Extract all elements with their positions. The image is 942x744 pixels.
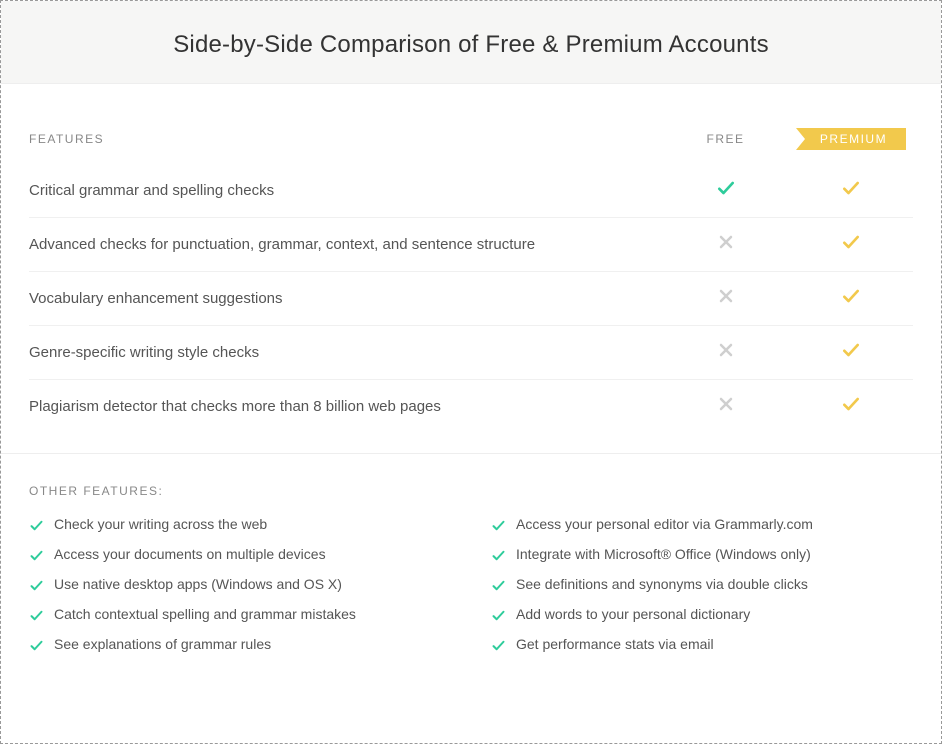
table-row: Vocabulary enhancement suggestions	[29, 272, 913, 326]
list-item: Add words to your personal dictionary	[491, 606, 913, 626]
list-item-label: See definitions and synonyms via double …	[516, 576, 808, 592]
premium-cell	[788, 340, 913, 365]
check-icon	[29, 576, 44, 596]
features-column-header: FEATURES	[29, 131, 663, 148]
table-row: Advanced checks for punctuation, grammar…	[29, 218, 913, 272]
list-item-label: Get performance stats via email	[516, 636, 714, 652]
free-column-header: FREE	[663, 132, 788, 146]
free-cell	[663, 232, 788, 257]
premium-column-header: PREMIUM	[788, 128, 913, 150]
check-icon	[29, 516, 44, 536]
comparison-table: FEATURES FREE PREMIUM Critical grammar a…	[1, 84, 941, 453]
check-icon	[29, 636, 44, 656]
check-icon	[716, 178, 736, 198]
free-cell	[663, 178, 788, 203]
check-icon	[491, 636, 506, 656]
other-features-title: OTHER FEATURES:	[29, 484, 913, 498]
premium-cell	[788, 178, 913, 203]
list-item: See explanations of grammar rules	[29, 636, 451, 656]
x-icon	[716, 286, 736, 306]
other-features-left-column: Check your writing across the web Access …	[29, 516, 451, 666]
other-features-grid: Check your writing across the web Access …	[29, 516, 913, 666]
check-icon	[841, 394, 861, 414]
list-item: See definitions and synonyms via double …	[491, 576, 913, 596]
list-item: Use native desktop apps (Windows and OS …	[29, 576, 451, 596]
other-features-section: OTHER FEATURES: Check your writing acros…	[1, 453, 941, 686]
check-icon	[841, 178, 861, 198]
feature-label: Vocabulary enhancement suggestions	[29, 288, 663, 309]
other-features-right-column: Access your personal editor via Grammarl…	[491, 516, 913, 666]
list-item-label: Access your documents on multiple device…	[54, 546, 326, 562]
premium-badge: PREMIUM	[796, 128, 906, 150]
list-item-label: Catch contextual spelling and grammar mi…	[54, 606, 356, 622]
list-item-label: Use native desktop apps (Windows and OS …	[54, 576, 342, 592]
list-item: Integrate with Microsoft® Office (Window…	[491, 546, 913, 566]
check-icon	[841, 340, 861, 360]
free-cell	[663, 286, 788, 311]
list-item-label: Add words to your personal dictionary	[516, 606, 750, 622]
table-row: Plagiarism detector that checks more tha…	[29, 380, 913, 433]
check-icon	[491, 576, 506, 596]
x-icon	[716, 340, 736, 360]
x-icon	[716, 232, 736, 252]
list-item: Check your writing across the web	[29, 516, 451, 536]
check-icon	[841, 286, 861, 306]
list-item: Catch contextual spelling and grammar mi…	[29, 606, 451, 626]
premium-cell	[788, 286, 913, 311]
free-cell	[663, 394, 788, 419]
table-row: Critical grammar and spelling checks	[29, 164, 913, 218]
page-title: Side-by-Side Comparison of Free & Premiu…	[1, 31, 941, 59]
list-item-label: Integrate with Microsoft® Office (Window…	[516, 546, 811, 562]
list-item: Get performance stats via email	[491, 636, 913, 656]
list-item-label: See explanations of grammar rules	[54, 636, 271, 652]
check-icon	[841, 232, 861, 252]
list-item: Access your personal editor via Grammarl…	[491, 516, 913, 536]
check-icon	[491, 546, 506, 566]
table-row: Genre-specific writing style checks	[29, 326, 913, 380]
feature-label: Critical grammar and spelling checks	[29, 180, 663, 201]
table-header-row: FEATURES FREE PREMIUM	[29, 114, 913, 164]
feature-label: Advanced checks for punctuation, grammar…	[29, 234, 663, 255]
premium-cell	[788, 394, 913, 419]
list-item-label: Access your personal editor via Grammarl…	[516, 516, 813, 532]
premium-cell	[788, 232, 913, 257]
header-area: Side-by-Side Comparison of Free & Premiu…	[1, 1, 941, 84]
feature-label: Plagiarism detector that checks more tha…	[29, 396, 663, 417]
check-icon	[491, 516, 506, 536]
check-icon	[29, 606, 44, 626]
check-icon	[491, 606, 506, 626]
x-icon	[716, 394, 736, 414]
free-cell	[663, 340, 788, 365]
list-item: Access your documents on multiple device…	[29, 546, 451, 566]
list-item-label: Check your writing across the web	[54, 516, 267, 532]
feature-label: Genre-specific writing style checks	[29, 342, 663, 363]
check-icon	[29, 546, 44, 566]
